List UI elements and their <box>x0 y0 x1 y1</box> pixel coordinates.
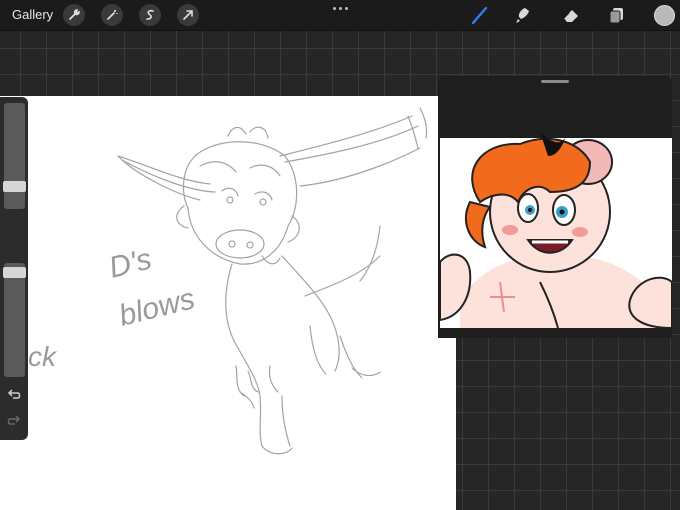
reference-drag-handle[interactable] <box>541 80 569 83</box>
opacity-knob[interactable] <box>3 267 26 278</box>
selection-s-icon[interactable] <box>139 4 161 26</box>
left-sidebar <box>0 97 28 440</box>
color-picker-button[interactable] <box>654 5 675 26</box>
gallery-button[interactable]: Gallery <box>12 7 53 22</box>
reference-window[interactable] <box>438 76 672 338</box>
undo-icon[interactable] <box>6 389 22 403</box>
brush-icon[interactable] <box>469 4 491 26</box>
sketch-drawing: D's blows ck <box>28 107 428 455</box>
smudge-icon[interactable] <box>512 4 534 26</box>
sketch-text-ck: ck <box>28 341 58 372</box>
canvas-edge <box>440 338 456 510</box>
wrench-icon[interactable] <box>63 4 85 26</box>
more-options-icon[interactable] <box>331 3 349 13</box>
top-toolbar: Gallery <box>0 0 680 31</box>
sketch-text-blows: blows <box>116 282 198 333</box>
brush-size-knob[interactable] <box>3 181 26 192</box>
reference-image <box>440 132 672 328</box>
brush-size-slider[interactable] <box>3 103 26 209</box>
arrow-cursor-icon[interactable] <box>177 4 199 26</box>
drawing-canvas[interactable]: D's blows ck <box>0 96 440 510</box>
redo-icon[interactable] <box>6 415 22 429</box>
layers-icon[interactable] <box>606 4 628 26</box>
eraser-icon[interactable] <box>560 4 582 26</box>
magic-wand-icon[interactable] <box>101 4 123 26</box>
opacity-slider[interactable] <box>3 263 26 377</box>
sketch-text-ds: D's <box>106 243 155 285</box>
